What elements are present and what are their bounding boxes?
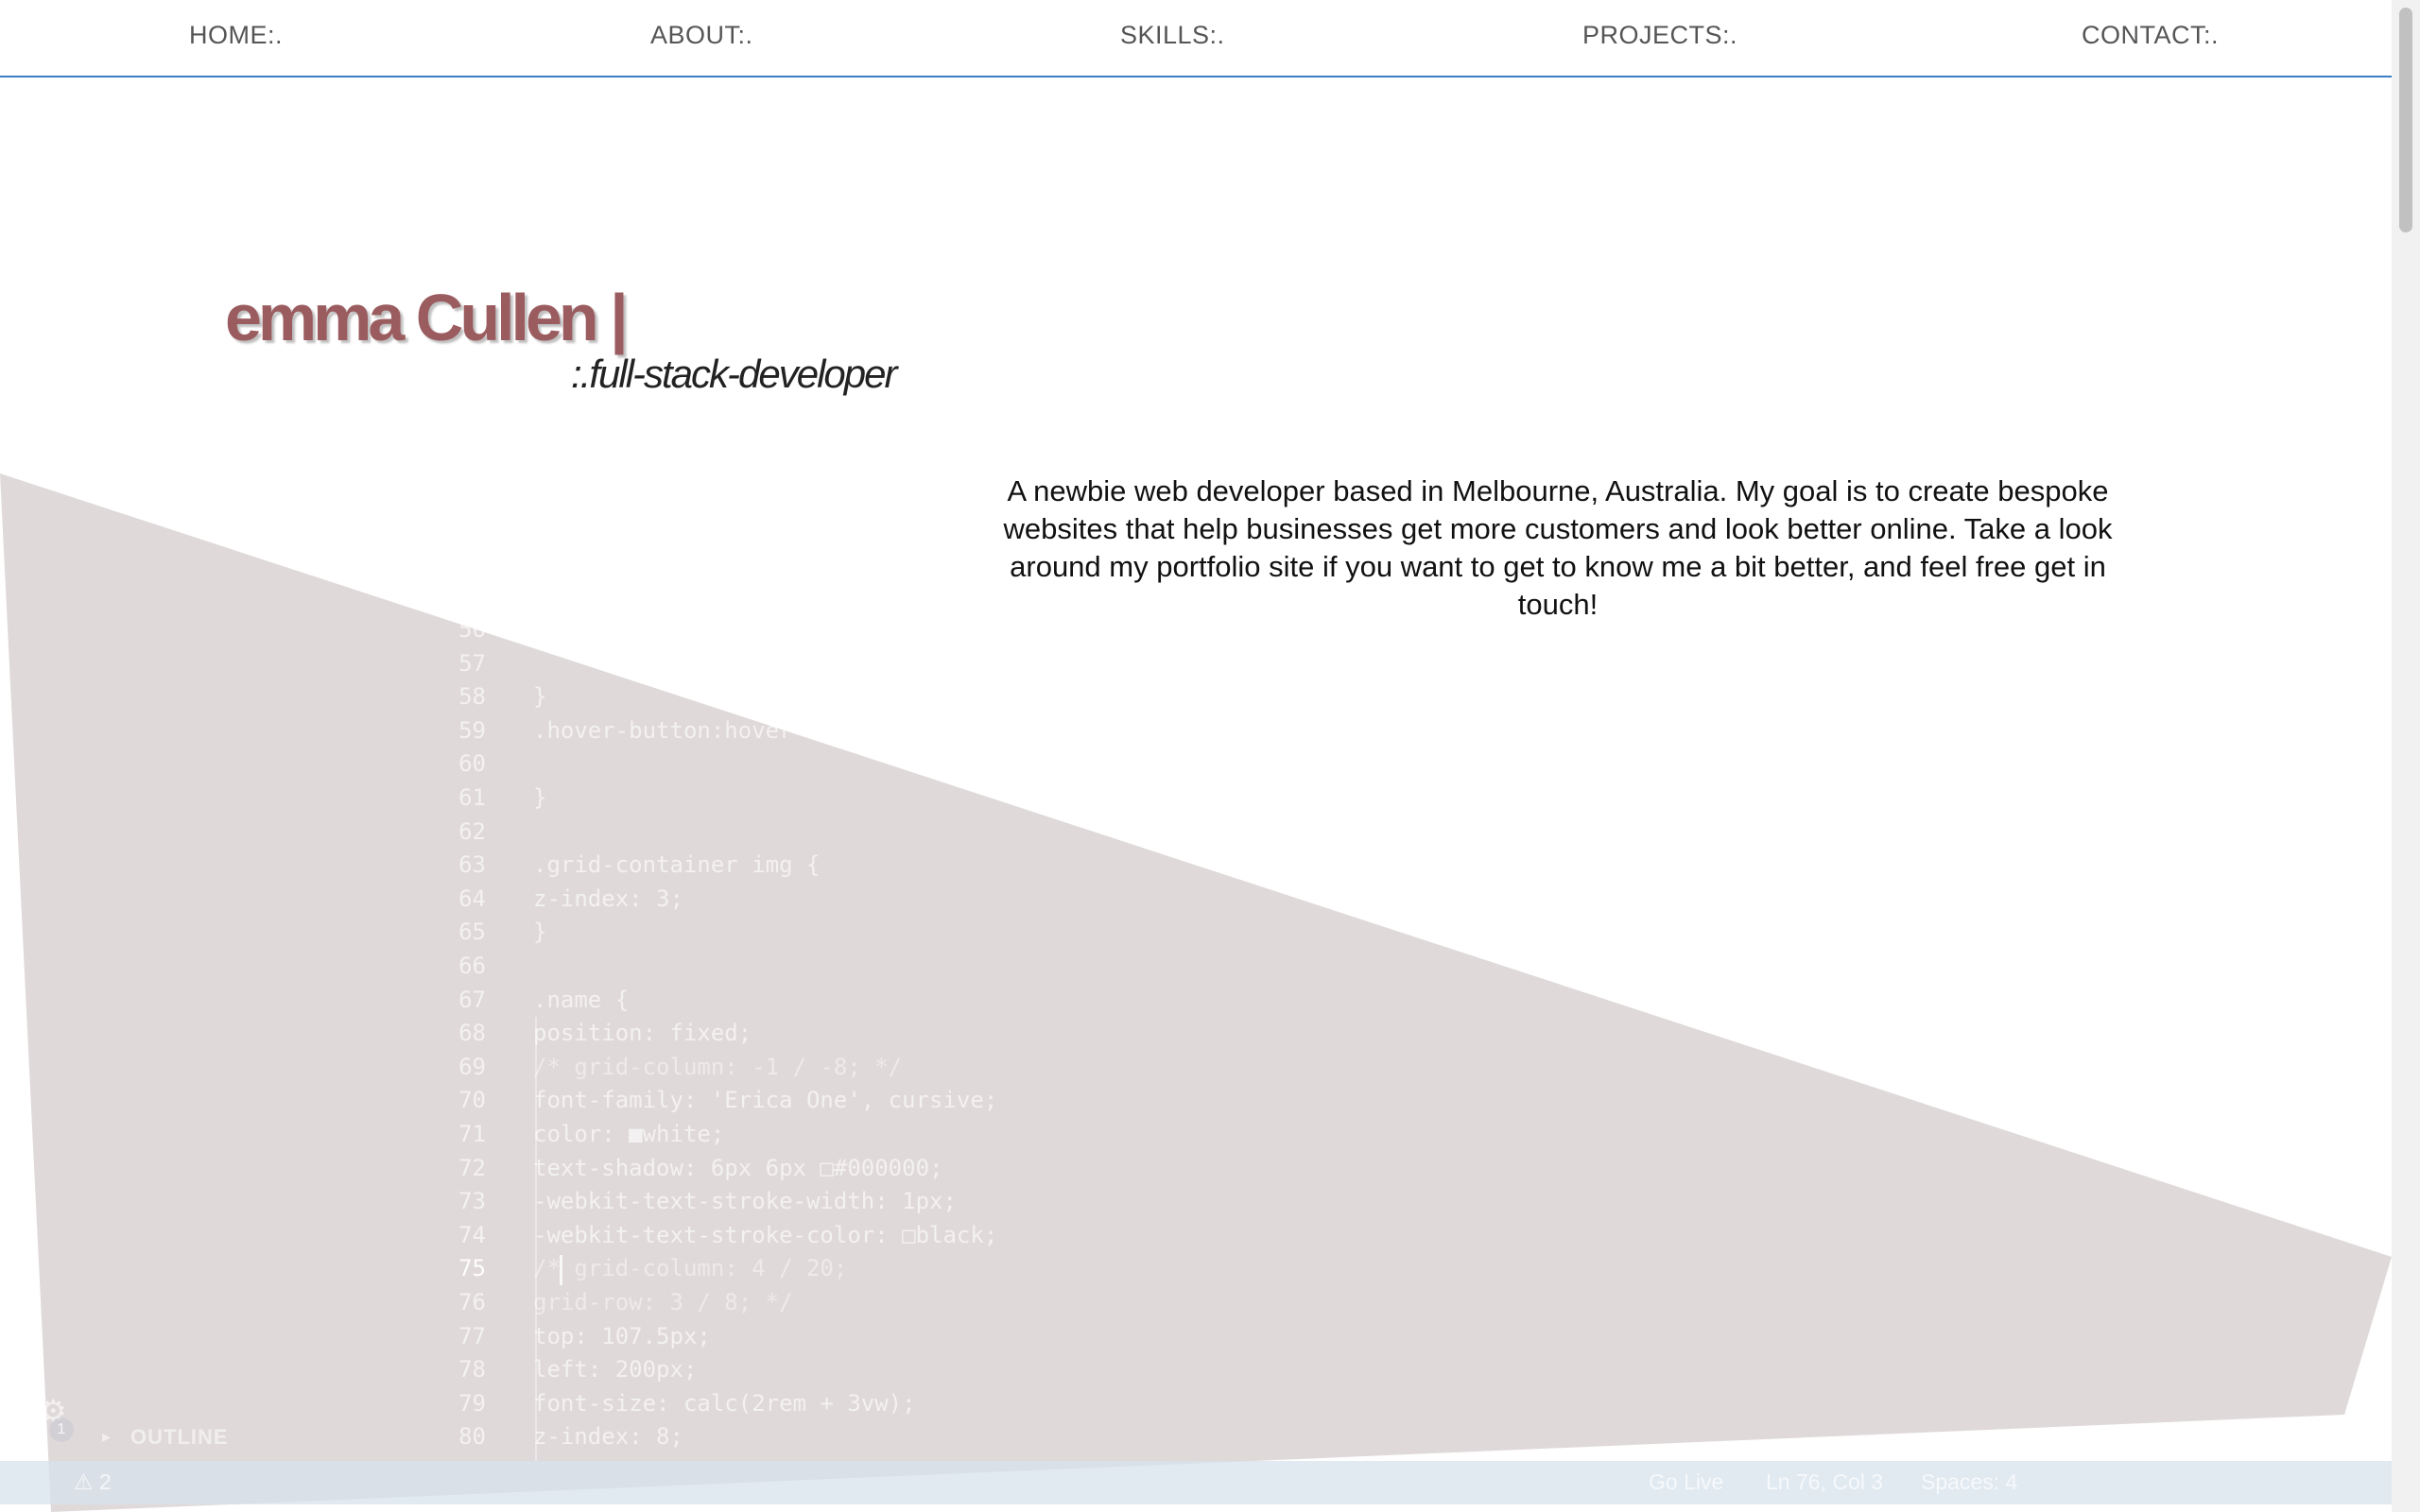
code-text: z-index: 8; [533, 1423, 683, 1451]
line-number: 65 [458, 919, 486, 946]
code-text: color: ■white; [533, 1121, 725, 1147]
code-text: left: 200px; [533, 1356, 698, 1383]
code-text: font-size: calc(2rem + 3vw); [533, 1389, 916, 1417]
go-live-button: Go Live [1649, 1469, 1724, 1494]
nav-home-link[interactable]: HOME:. [189, 21, 283, 50]
code-text: top: 107.5px; [533, 1322, 711, 1349]
line-number: 60 [458, 750, 486, 778]
line-number: 71 [458, 1121, 486, 1147]
scrollbar-thumb[interactable] [2399, 8, 2412, 232]
line-number: 80 [458, 1423, 486, 1451]
line-number: 77 [458, 1322, 486, 1349]
code-text: -webkit-text-stroke-color: □black; [533, 1221, 998, 1248]
line-number: 69 [458, 1053, 486, 1080]
line-number: 64 [458, 885, 486, 912]
line-number: 66 [458, 953, 486, 979]
line-number: 62 [458, 817, 486, 845]
nav-projects-link[interactable]: PROJECTS:. [1582, 21, 1737, 50]
line-number: 59 [458, 716, 486, 744]
warnings-count: ⚠ 2 [74, 1469, 112, 1494]
code-text: } [533, 784, 547, 811]
code-text: /* grid-column: 4 / 20; [533, 1255, 848, 1282]
chevron-right-icon: ▸ [102, 1427, 112, 1446]
editor-status-bar: ⚠ 2 Go Live Ln 76, Col 3 Spaces: 4 [0, 1461, 2392, 1504]
hero-intro-text: A newbie web developer based in Melbourn… [1003, 474, 2113, 621]
line-number: 78 [458, 1356, 486, 1383]
line-number: 79 [458, 1389, 486, 1417]
line-number: 76 [458, 1289, 486, 1315]
nav-contact-link[interactable]: CONTACT:. [2082, 21, 2219, 50]
code-text: } [533, 919, 547, 946]
line-number: 70 [458, 1087, 486, 1114]
line-number: 72 [458, 1154, 486, 1181]
code-text: /* grid-column: -1 / -8; */ [533, 1053, 903, 1080]
hero-name: emma Cullen | [225, 281, 629, 354]
line-number: 67 [458, 986, 486, 1013]
nav-skills-link[interactable]: SKILLS:. [1120, 21, 1225, 50]
line-number: 63 [458, 851, 486, 879]
hero-subtitle: :.full-stack-developer [571, 352, 897, 396]
nav-about-link[interactable]: ABOUT:. [650, 21, 753, 50]
code-text: text-shadow: 6px 6px □#000000; [533, 1154, 943, 1181]
code-text: font-family: 'Erica One', cursive; [533, 1087, 998, 1114]
code-text: .name { [533, 986, 630, 1013]
code-text: .hover-button:hover [533, 716, 793, 744]
line-number: 73 [458, 1188, 486, 1215]
line-number: 57 [458, 649, 486, 677]
line-number: 58 [458, 683, 486, 711]
code-text: .grid-container img { [533, 851, 821, 879]
line-number: 61 [458, 784, 486, 811]
code-text: grid-row: 3 / 8; */ [533, 1289, 793, 1315]
page-scrollbar[interactable] [2392, 0, 2420, 1512]
outline-section-label: OUTLINE [130, 1425, 229, 1449]
cursor-position: Ln 76, Col 3 [1766, 1469, 1884, 1494]
top-nav: HOME:. ABOUT:. SKILLS:. PROJECTS:. CONTA… [0, 0, 2392, 77]
notification-badge: 1 [49, 1418, 74, 1442]
indent-spaces: Spaces: 4 [1921, 1469, 2018, 1494]
code-text: } [533, 683, 547, 711]
line-number: 68 [458, 1020, 486, 1047]
line-number: 75 [458, 1255, 486, 1282]
code-text: -webkit-text-stroke-width: 1px; [533, 1188, 957, 1215]
line-number: 74 [458, 1221, 486, 1248]
code-text: z-index: 3; [533, 885, 683, 912]
code-text: position: fixed; [533, 1020, 752, 1047]
